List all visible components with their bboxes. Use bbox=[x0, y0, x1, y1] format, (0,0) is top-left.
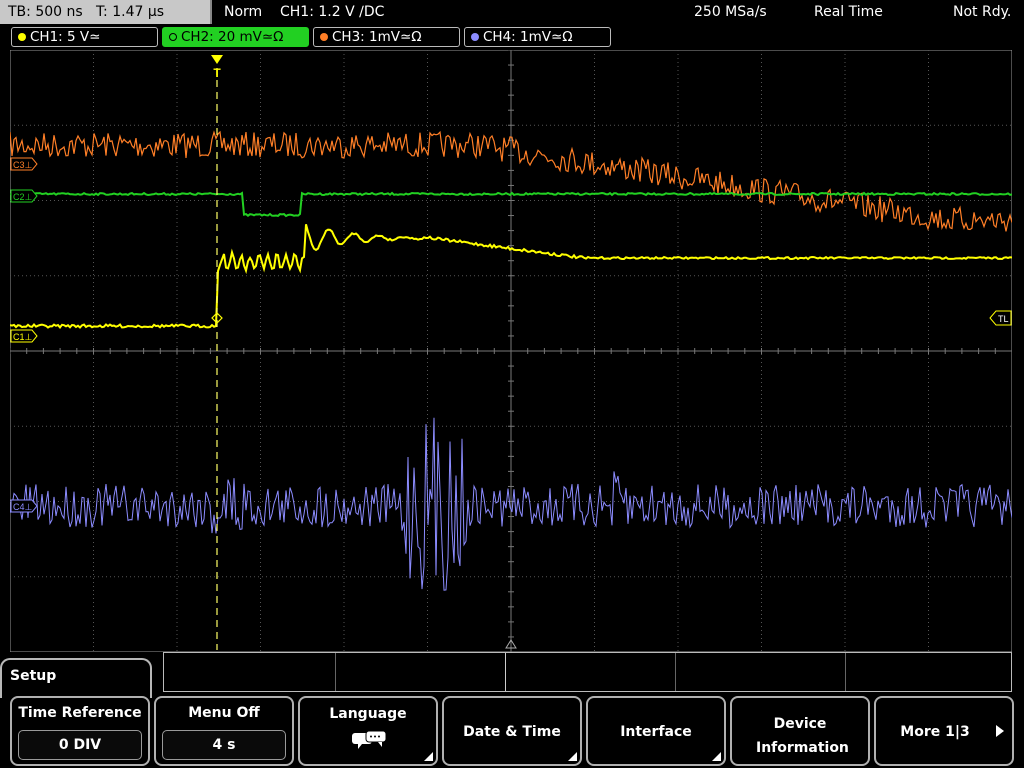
menu-off-label: Menu Off bbox=[188, 705, 260, 721]
ch1-color-icon bbox=[18, 33, 26, 41]
acquisition-status: Not Rdy. bbox=[953, 4, 1012, 20]
speech-bubbles-icon bbox=[352, 730, 387, 749]
menu-title: Setup bbox=[10, 668, 57, 684]
ch2-color-icon bbox=[169, 33, 177, 41]
submenu-indicator-icon bbox=[712, 752, 721, 761]
trigger-source[interactable]: CH1: 1.2 V ∕DC bbox=[280, 0, 384, 24]
trigger-mode[interactable]: Norm bbox=[224, 0, 262, 24]
device-information-label: Device Information bbox=[756, 716, 849, 756]
trigger-marker-label: T bbox=[213, 66, 221, 80]
channel-tab-ch4[interactable]: CH4: 1mV≃Ω bbox=[464, 27, 611, 47]
interface-button[interactable]: Interface bbox=[586, 696, 726, 766]
trigger-level-label: TL bbox=[998, 314, 1009, 324]
time-reference-label: Time Reference bbox=[18, 705, 142, 721]
menu-off-button[interactable]: Menu Off 4 s bbox=[154, 696, 294, 766]
date-time-label: Date & Time bbox=[463, 724, 561, 740]
menu-off-value: 4 s bbox=[162, 730, 286, 760]
trigger-time-value: T: 1.47 µs bbox=[96, 4, 165, 20]
device-information-button[interactable]: Device Information bbox=[730, 696, 870, 766]
timebase-value: TB: 500 ns bbox=[8, 4, 83, 20]
time-reference-button[interactable]: Time Reference 0 DIV bbox=[10, 696, 150, 766]
channel-tab-ch3[interactable]: CH3: 1mV≃Ω bbox=[313, 27, 460, 47]
ch2-ground-marker[interactable]: C2⊥ bbox=[10, 189, 38, 203]
channel-tab-ch1[interactable]: CH1: 5 V≃ bbox=[11, 27, 158, 47]
date-time-button[interactable]: Date & Time bbox=[442, 696, 582, 766]
ch4-label: CH4: 1mV≃Ω bbox=[483, 29, 573, 45]
submenu-indicator-icon bbox=[424, 752, 433, 761]
submenu-indicator-icon bbox=[568, 752, 577, 761]
language-label: Language bbox=[329, 706, 407, 722]
waveform-display[interactable]: T C3⊥ C2⊥ C1⊥ C4⊥ TL bbox=[10, 50, 1012, 652]
more-button[interactable]: More 1|3 bbox=[874, 696, 1014, 766]
ch2-label: CH2: 20 mV≃Ω bbox=[181, 29, 284, 45]
ch4-ground-marker[interactable]: C4⊥ bbox=[10, 499, 38, 513]
menu-title-tab: Setup bbox=[0, 658, 152, 698]
timebase-box[interactable]: TB: 500 ns T: 1.47 µs bbox=[0, 0, 212, 24]
language-button[interactable]: Language bbox=[298, 696, 438, 766]
ch3-ground-marker[interactable]: C3⊥ bbox=[10, 157, 38, 171]
next-page-arrow-icon bbox=[996, 725, 1004, 737]
time-reference-value: 0 DIV bbox=[18, 730, 142, 760]
ch1-marker-label: C1⊥ bbox=[13, 332, 33, 342]
ch1-ground-marker[interactable]: C1⊥ bbox=[10, 329, 38, 343]
ch1-label: CH1: 5 V≃ bbox=[30, 29, 101, 45]
ch3-label: CH3: 1mV≃Ω bbox=[332, 29, 422, 45]
status-bar: TB: 500 ns T: 1.47 µs Norm CH1: 1.2 V ∕D… bbox=[0, 0, 1024, 26]
ch2-marker-label: C2⊥ bbox=[13, 192, 33, 202]
more-label: More 1|3 bbox=[900, 724, 970, 740]
ch3-color-icon bbox=[320, 33, 328, 41]
ch3-marker-label: C3⊥ bbox=[13, 160, 33, 170]
acquisition-mode: Real Time bbox=[814, 4, 883, 20]
waveform-overview-bar bbox=[163, 652, 1012, 692]
channel-tab-ch2[interactable]: CH2: 20 mV≃Ω bbox=[162, 27, 309, 47]
interface-label: Interface bbox=[620, 724, 692, 740]
ch4-marker-label: C4⊥ bbox=[13, 502, 33, 512]
ch4-color-icon bbox=[471, 33, 479, 41]
sample-rate: 250 MSa/s bbox=[694, 4, 767, 20]
